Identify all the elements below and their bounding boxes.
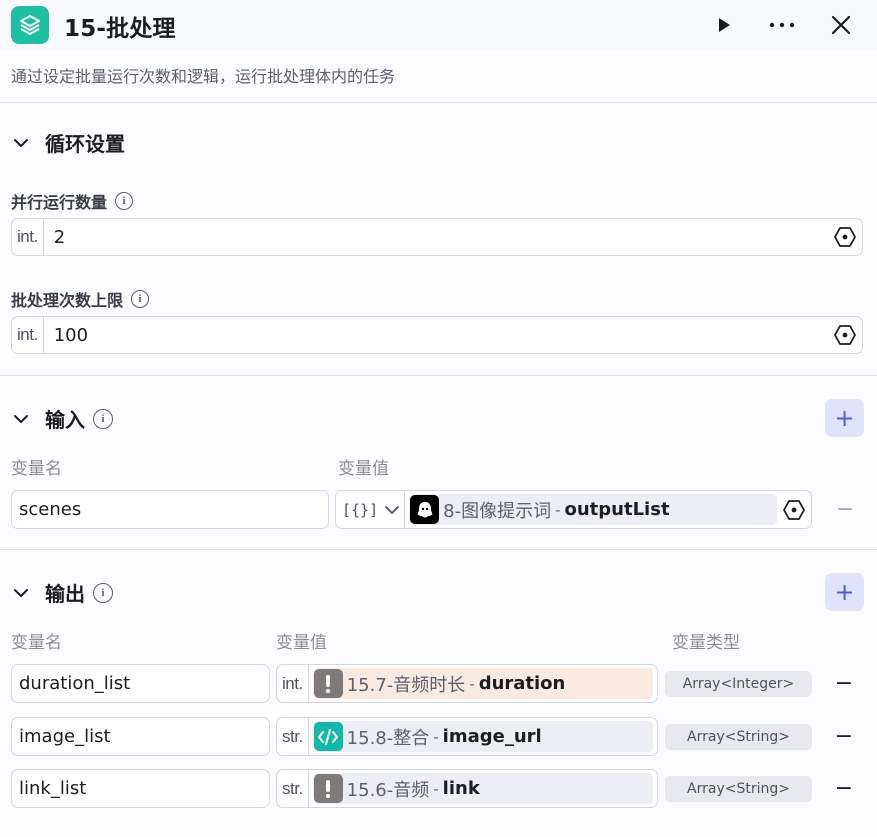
output-value-field[interactable]: str. 15.6-音频 - link [276,769,658,808]
col-value-label: 变量值 [338,459,389,479]
variable-ref-chip[interactable]: 15.8-整合 - image_url [312,721,653,752]
variable-name: image_url [442,726,542,747]
separator: - [469,674,475,693]
output-section[interactable]: 输出 i [11,578,113,607]
add-input-button[interactable]: + [825,399,864,437]
panel-description: 通过设定批量运行次数和逻辑，运行批处理体内的任务 [11,67,396,86]
info-icon[interactable]: i [115,192,134,210]
var-type-badge: Array<String> [665,776,812,802]
output-value-field[interactable]: str. 15.8-整合 - image_url [276,717,658,756]
more-icon[interactable] [767,10,797,40]
info-icon[interactable]: i [93,408,113,429]
type-selector[interactable]: [{}] [336,491,406,528]
col-type-label: 变量类型 [672,633,740,653]
separator: - [555,500,561,519]
variable-ref-chip[interactable]: 15.7-音频时长 - duration [312,668,653,699]
var-type-badge: Array<String> [665,724,812,750]
remove-input-button[interactable]: − [833,497,857,522]
divider [0,102,877,103]
section-title: 循环设置 [45,132,125,156]
parallel-label-row: 并行运行数量 i [11,189,134,213]
section-title: 输入 [45,408,85,432]
play-icon[interactable] [709,10,739,40]
type-tag: int. [277,665,309,702]
layers-icon [11,6,49,44]
type-tag: int. [12,219,44,255]
chevron-down-icon[interactable] [11,133,31,153]
max-batch-label: 批处理次数上限 [11,291,124,310]
divider [0,549,877,550]
variable-ref-icon[interactable] [834,324,856,346]
input-name-field[interactable]: scenes [11,490,329,529]
output-name-field[interactable]: link_list [11,769,270,808]
exclamation-icon [313,774,343,803]
node-name: 15.7-音频时长 [346,674,466,696]
input-section[interactable]: 输入 i [11,404,113,433]
variable-ref-chip[interactable]: 15.6-音频 - link [312,773,653,804]
output-name-field[interactable]: image_list [11,717,270,756]
output-value-field[interactable]: int. 15.7-音频时长 - duration [276,664,658,703]
type-tag: str. [277,770,309,807]
col-value-label: 变量值 [276,633,327,653]
variable-name: duration [478,673,566,694]
variable-name: outputList [564,499,670,520]
info-icon[interactable]: i [93,582,113,603]
output-name-field[interactable]: duration_list [11,664,270,703]
node-name: 8-图像提示词 [443,500,552,522]
close-icon[interactable] [826,10,856,40]
max-batch-label-row: 批处理次数上限 i [11,287,150,311]
var-type-badge: Array<Integer> [665,671,812,697]
chevron-down-icon[interactable] [11,409,31,429]
variable-name: link [442,778,480,799]
remove-output-button[interactable]: − [832,724,856,749]
code-icon [313,722,343,751]
divider [0,375,877,376]
add-output-button[interactable]: + [825,573,864,611]
separator: - [433,727,439,746]
parallel-count-input[interactable]: int. 2 [11,218,863,256]
col-name-label: 变量名 [11,633,62,653]
max-batch-value[interactable]: 100 [44,325,834,346]
max-batch-input[interactable]: int. 100 [11,316,863,354]
type-tag: int. [12,317,44,353]
node-name: 15.8-整合 [346,727,430,749]
exclamation-icon [313,669,343,698]
separator: - [433,779,439,798]
variable-ref-icon[interactable] [783,499,805,521]
type-tag: str. [277,718,309,755]
info-icon[interactable]: i [131,290,150,308]
chevron-down-icon [385,505,400,514]
ghost-icon [410,495,440,524]
parallel-count-value[interactable]: 2 [44,227,834,248]
input-value-field[interactable]: [{}] 8-图像提示词 - outputList [335,490,812,529]
chevron-down-icon[interactable] [11,583,31,603]
panel-header: 15-批处理 [0,0,877,50]
variable-ref-icon[interactable] [834,226,856,248]
variable-ref-chip[interactable]: 8-图像提示词 - outputList [409,494,777,525]
col-name-label: 变量名 [11,459,62,479]
remove-output-button[interactable]: − [832,671,856,696]
remove-output-button[interactable]: − [832,776,856,801]
loop-settings-section[interactable]: 循环设置 [11,128,125,157]
section-title: 输出 [45,582,85,606]
array-object-icon: [{}] [342,500,379,519]
node-name: 15.6-音频 [346,779,430,801]
panel-title: 15-批处理 [64,16,176,42]
parallel-label: 并行运行数量 [11,193,108,212]
